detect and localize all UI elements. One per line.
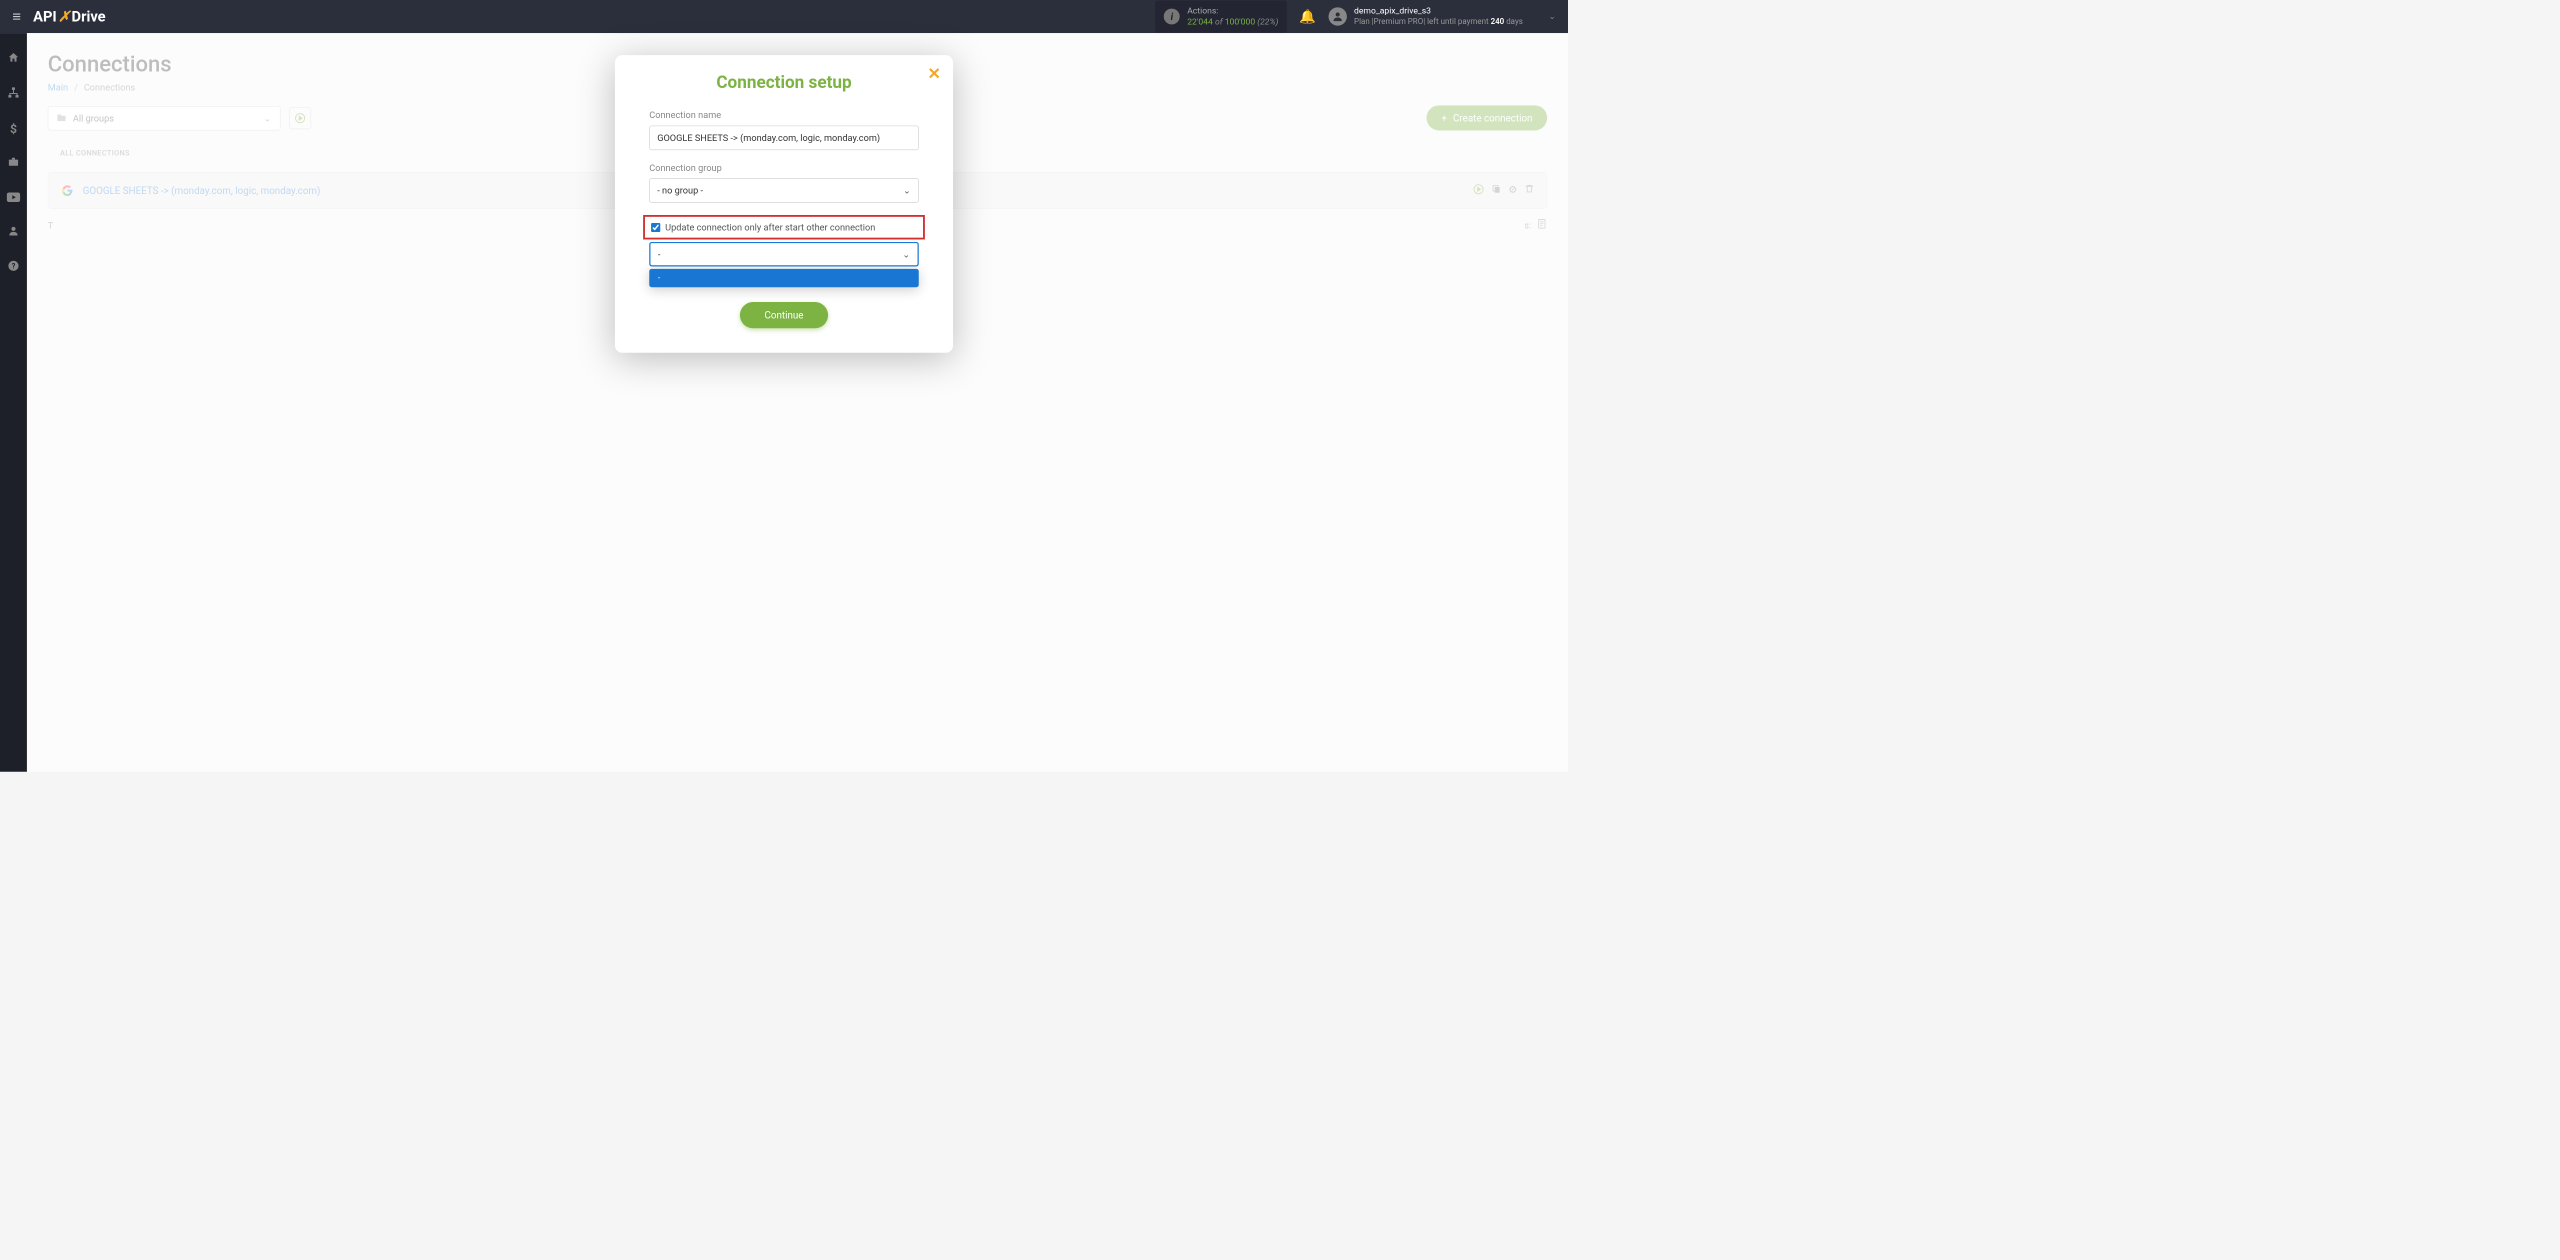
dependent-connection-select[interactable]: - ⌄ xyxy=(649,242,919,267)
logo[interactable]: API✗Drive xyxy=(33,8,106,25)
user-avatar-icon xyxy=(1328,7,1346,25)
info-icon: i xyxy=(1164,9,1180,25)
left-sidebar: $ ? xyxy=(0,33,27,772)
svg-text:?: ? xyxy=(12,261,16,270)
hamburger-icon[interactable]: ≡ xyxy=(12,8,21,26)
highlight-box: Update connection only after start other… xyxy=(643,215,925,240)
top-header: ≡ API✗Drive i Actions: 22'044 of 100'000… xyxy=(0,0,1568,33)
connection-name-input[interactable] xyxy=(649,126,919,151)
continue-button[interactable]: Continue xyxy=(740,302,828,328)
actions-label: Actions: xyxy=(1187,5,1278,16)
chevron-down-icon: ⌄ xyxy=(902,249,910,260)
connection-setup-modal: ✕ Connection setup Connection name Conne… xyxy=(615,55,953,353)
user-plan-suffix: days xyxy=(1506,17,1523,26)
actions-used: 22'044 xyxy=(1187,17,1213,27)
briefcase-icon[interactable] xyxy=(7,156,19,171)
chevron-down-icon: ⌄ xyxy=(903,185,911,196)
connection-name-label: Connection name xyxy=(649,110,919,121)
user-name: demo_apix_drive_s3 xyxy=(1354,6,1523,17)
help-icon[interactable]: ? xyxy=(7,260,19,275)
chevron-down-icon: ⌄ xyxy=(1549,12,1556,22)
home-icon[interactable] xyxy=(7,51,19,66)
connection-group-select[interactable]: - no group - ⌄ xyxy=(649,178,919,203)
connection-group-label: Connection group xyxy=(649,162,919,173)
modal-title: Connection setup xyxy=(649,72,919,92)
user-plan-prefix: Plan |Premium PRO| left until payment xyxy=(1354,17,1489,26)
user-menu[interactable]: demo_apix_drive_s3 Plan |Premium PRO| le… xyxy=(1328,6,1555,27)
actions-of: of xyxy=(1215,17,1223,27)
actions-pct: (22%) xyxy=(1257,17,1278,27)
update-after-label[interactable]: Update connection only after start other… xyxy=(665,222,875,233)
user-plan-days: 240 xyxy=(1491,17,1505,26)
dollar-icon[interactable]: $ xyxy=(10,121,17,136)
update-after-checkbox[interactable] xyxy=(651,223,660,232)
close-icon[interactable]: ✕ xyxy=(927,65,940,83)
sitemap-icon[interactable] xyxy=(7,86,19,101)
bell-icon[interactable]: 🔔 xyxy=(1299,9,1316,24)
actions-total: 100'000 xyxy=(1225,17,1255,27)
actions-counter[interactable]: i Actions: 22'044 of 100'000 (22%) xyxy=(1155,0,1287,32)
dropdown-option[interactable]: - xyxy=(649,269,919,287)
user-icon[interactable] xyxy=(7,225,19,240)
youtube-icon[interactable] xyxy=(7,190,20,205)
